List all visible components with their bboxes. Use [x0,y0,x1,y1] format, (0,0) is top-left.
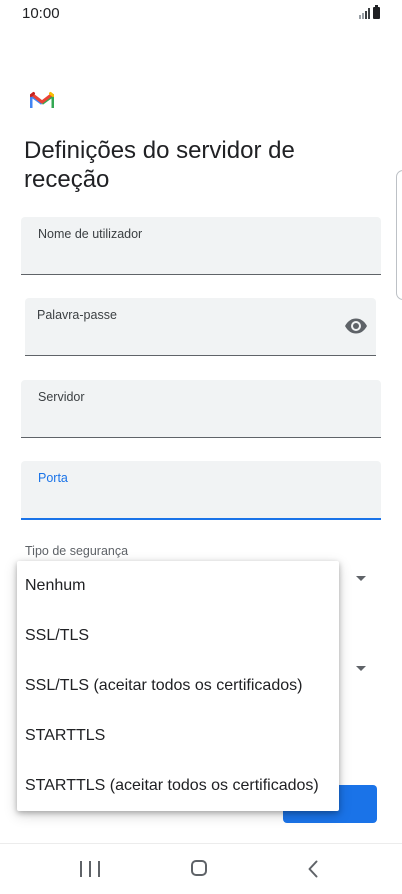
menu-item-starttls-accept-all[interactable]: STARTTLS (aceitar todos os certificados) [17,761,339,811]
gmail-logo [30,92,54,108]
recent-apps-icon[interactable] [80,861,100,877]
status-bar: 10:00 [0,0,402,28]
port-field[interactable]: Porta [21,461,381,520]
home-icon[interactable] [191,860,207,876]
password-label: Palavra-passe [37,308,117,322]
security-type-menu: Nenhum SSL/TLS SSL/TLS (aceitar todos os… [17,561,339,811]
page-title: Definições do servidor de receção [24,137,295,193]
battery-icon [373,5,380,19]
back-icon[interactable] [308,860,318,878]
scroll-handle[interactable] [396,170,402,300]
port-label: Porta [38,471,68,485]
password-field[interactable]: Palavra-passe [25,298,376,356]
username-label: Nome de utilizador [38,227,143,241]
navigation-bar [0,843,402,894]
signal-icon [359,8,370,19]
server-field[interactable]: Servidor [21,380,381,438]
status-time: 10:00 [22,5,60,22]
username-field[interactable]: Nome de utilizador [21,217,381,275]
menu-item-none[interactable]: Nenhum [17,561,339,611]
status-icons [359,5,380,19]
eye-icon[interactable] [344,317,368,335]
server-label: Servidor [38,390,85,404]
security-dropdown-arrow-icon[interactable] [356,576,366,581]
menu-item-starttls[interactable]: STARTTLS [17,711,339,761]
menu-item-ssl-tls[interactable]: SSL/TLS [17,611,339,661]
dropdown-arrow-icon[interactable] [356,666,366,671]
security-type-label: Tipo de segurança [25,544,129,558]
menu-item-ssl-tls-accept-all[interactable]: SSL/TLS (aceitar todos os certificados) [17,661,339,711]
